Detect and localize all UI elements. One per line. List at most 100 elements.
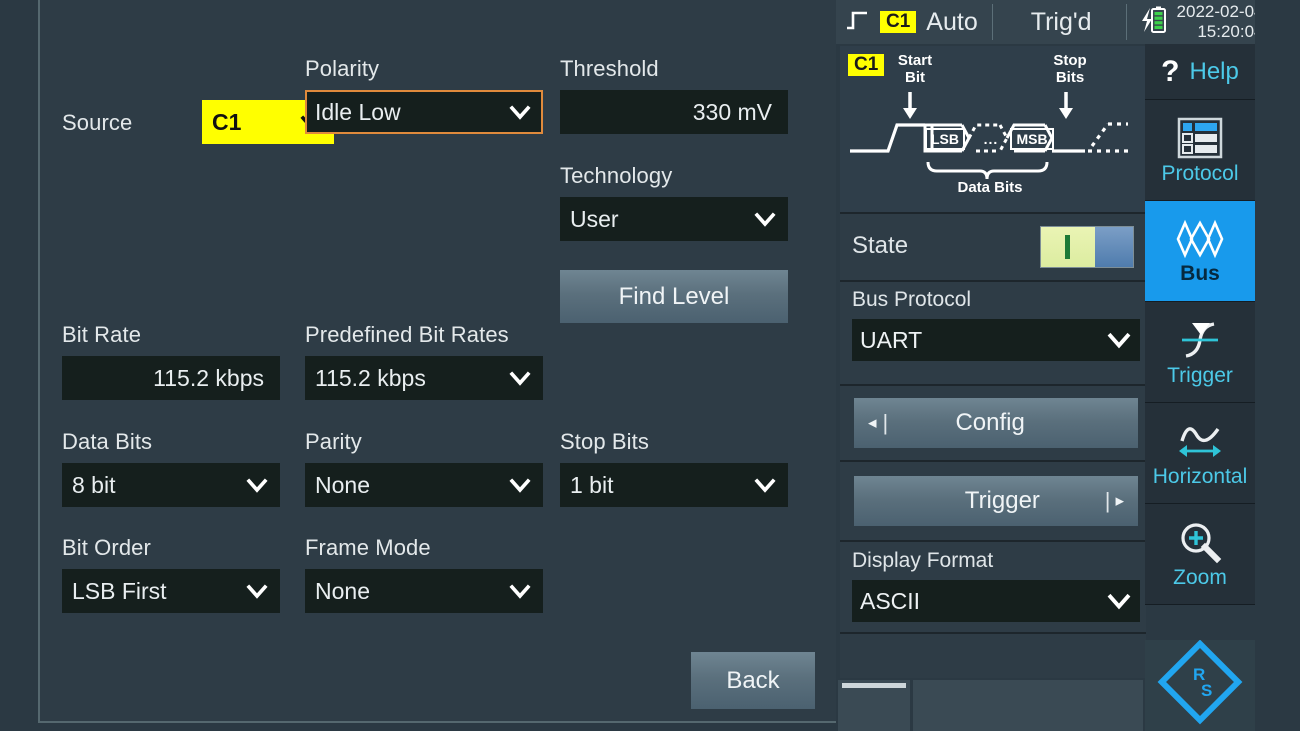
predefined-bit-rates-value: 115.2 kbps (315, 365, 501, 392)
oscilloscope-screen: Source C1 Polarity Idle Low Threshold 3 (0, 0, 1300, 731)
protocol-table-icon (1176, 116, 1224, 160)
predefined-bit-rates-dropdown[interactable]: 115.2 kbps (305, 356, 543, 400)
sidebar-item-label: Zoom (1173, 566, 1227, 589)
sidebar-item-trigger[interactable]: Trigger (1145, 302, 1255, 403)
stop-bits-label: Stop Bits (560, 429, 788, 455)
sidebar-item-help[interactable]: ? Help (1145, 44, 1255, 100)
bus-protocol-dropdown[interactable]: UART (852, 319, 1140, 361)
sidebar-item-label: Horizontal (1153, 465, 1248, 488)
field-technology: Technology User (560, 163, 788, 241)
screen-right-margin (1255, 0, 1300, 731)
parity-label: Parity (305, 429, 543, 455)
state-toggle[interactable] (1040, 226, 1134, 268)
frame-mode-value: None (315, 578, 501, 605)
rising-edge-icon (844, 7, 870, 38)
status-trigger-state-seg[interactable]: Trig'd (1007, 0, 1116, 44)
bit-order-value: LSB First (72, 578, 238, 605)
chevron-down-icon (1106, 327, 1132, 353)
sidebar-item-horizontal[interactable]: Horizontal (1145, 403, 1255, 504)
source-value: C1 (212, 109, 292, 136)
polarity-value: Idle Low (315, 99, 501, 126)
chevron-down-icon (507, 365, 533, 391)
bit-rate-input[interactable]: 115.2 kbps (62, 356, 280, 400)
chevron-down-icon (244, 472, 270, 498)
uart-bus-configuration-dialog: Source C1 Polarity Idle Low Threshold 3 (38, 0, 836, 723)
tab-secondary[interactable] (913, 680, 1143, 731)
field-stop-bits: Stop Bits 1 bit (560, 429, 788, 507)
parity-dropdown[interactable]: None (305, 463, 543, 507)
data-bits-dropdown[interactable]: 8 bit (62, 463, 280, 507)
sidebar-item-zoom[interactable]: Zoom (1145, 504, 1255, 605)
field-predefined-bit-rates: Predefined Bit Rates 115.2 kbps (305, 322, 543, 400)
sidebar-item-label: Trigger (1167, 364, 1233, 387)
config-panel: ◂ | Config (840, 386, 1146, 460)
frame-mode-label: Frame Mode (305, 535, 543, 561)
svg-text:S: S (1201, 681, 1212, 700)
status-time: 15:20:04 (1177, 22, 1264, 42)
field-frame-mode: Frame Mode None (305, 535, 543, 613)
state-label: State (852, 232, 908, 260)
sidebar-item-bus[interactable]: Bus (1145, 201, 1255, 302)
bit-rate-value: 115.2 kbps (72, 365, 270, 392)
status-datetime: 2022-02-04 15:20:04 (1177, 2, 1264, 42)
horizontal-wave-icon (1174, 419, 1226, 463)
bus-protocol-panel: Bus Protocol UART (840, 282, 1146, 384)
threshold-label: Threshold (560, 56, 788, 82)
question-mark-icon: ? (1161, 55, 1179, 89)
polarity-dropdown[interactable]: Idle Low (305, 90, 543, 134)
trigger-button[interactable]: Trigger | ▸ (854, 476, 1138, 526)
bit-order-label: Bit Order (62, 535, 280, 561)
predefined-bit-rates-label: Predefined Bit Rates (305, 322, 543, 348)
source-label: Source (62, 110, 132, 136)
uart-frame-diagram: C1 Start Bit Stop Bits (840, 46, 1146, 212)
field-threshold: Threshold 330 mV (560, 56, 788, 134)
status-bar: C1 Auto Trig'd (836, 0, 1300, 44)
chevron-down-icon (507, 472, 533, 498)
lsb-cell: LSB (925, 128, 965, 150)
field-parity: Parity None (305, 429, 543, 507)
sidebar-item-label: Protocol (1161, 162, 1238, 185)
data-bits-caption: Data Bits (950, 179, 1030, 196)
battery-charging-icon (1137, 4, 1169, 41)
trigger-panel: Trigger | ▸ (840, 462, 1146, 540)
bit-rate-label: Bit Rate (62, 322, 280, 348)
trigger-bar-icon: | (1105, 488, 1111, 514)
technology-label: Technology (560, 163, 788, 189)
config-button[interactable]: ◂ | Config (854, 398, 1138, 448)
technology-dropdown[interactable]: User (560, 197, 788, 241)
stop-bits-dropdown[interactable]: 1 bit (560, 463, 788, 507)
bus-protocol-label: Bus Protocol (852, 288, 971, 312)
bit-order-dropdown[interactable]: LSB First (62, 569, 280, 613)
find-level-button[interactable]: Find Level (560, 270, 788, 323)
status-trigger-state: Trig'd (1007, 8, 1116, 37)
msb-cell: MSB (1010, 128, 1054, 150)
sidebar-item-protocol[interactable]: Protocol (1145, 100, 1255, 201)
frame-mode-dropdown[interactable]: None (305, 569, 543, 613)
chevron-down-icon (752, 206, 778, 232)
bottom-tab-strip (838, 680, 1145, 731)
zoom-magnifier-icon (1176, 520, 1224, 564)
ellipsis-cell: ... (974, 128, 1008, 150)
divider (1126, 4, 1127, 40)
status-battery-clock[interactable]: 2022-02-04 15:20:04 (1137, 0, 1264, 44)
chevron-down-icon (244, 578, 270, 604)
threshold-input[interactable]: 330 mV (560, 90, 788, 134)
trigger-slope-icon (1176, 318, 1224, 362)
chevron-down-icon (507, 99, 533, 125)
display-format-dropdown[interactable]: ASCII (852, 580, 1140, 622)
config-bar-icon: | (883, 410, 889, 436)
status-channel-badge: C1 (880, 11, 916, 33)
field-bit-order: Bit Order LSB First (62, 535, 280, 613)
threshold-value: 330 mV (570, 99, 778, 126)
back-button[interactable]: Back (691, 652, 815, 709)
parity-value: None (315, 472, 501, 499)
data-bits-value: 8 bit (72, 472, 238, 499)
display-format-label: Display Format (852, 549, 993, 573)
state-panel: State (840, 214, 1146, 280)
trigger-label: Trigger (900, 487, 1105, 515)
tab-active-indicator (842, 683, 906, 688)
sidebar-item-label: Bus (1180, 262, 1220, 285)
tab-active[interactable] (838, 680, 910, 731)
data-bits-label: Data Bits (62, 429, 280, 455)
status-trigger-source[interactable]: C1 Auto (836, 0, 978, 44)
